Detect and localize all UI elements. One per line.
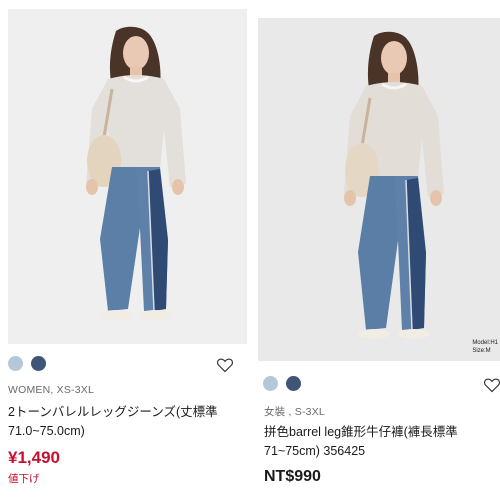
product-card-2[interactable]: Model:H1 Size:M 女裝 , S-3XL 拼色barrel leg錐… (252, 0, 500, 500)
product-photo-model (8, 9, 247, 344)
color-swatch-navy[interactable] (286, 376, 301, 391)
heart-outline-icon[interactable] (216, 357, 234, 373)
color-swatches (263, 376, 301, 391)
color-swatch-navy[interactable] (31, 356, 46, 371)
product-photo-model (258, 18, 500, 361)
color-swatch-light-blue[interactable] (8, 356, 23, 371)
product-image[interactable] (8, 9, 247, 344)
price-down-badge: 値下げ (8, 473, 40, 485)
product-title[interactable]: 拼色barrel leg錐形牛仔褲(褲長標準71~75cm) 356425 (264, 423, 500, 461)
product-meta: WOMEN, XS-3XL (8, 384, 95, 396)
product-price: NT$990 (264, 468, 321, 485)
model-size-info: Model:H1 Size:M (472, 339, 498, 355)
color-swatches (8, 356, 46, 371)
product-title[interactable]: 2トーンバレルレッグジーンズ(丈標準71.0~75.0cm) (8, 403, 248, 441)
product-meta: 女裝 , S-3XL (264, 406, 325, 418)
color-swatch-light-blue[interactable] (263, 376, 278, 391)
product-image[interactable]: Model:H1 Size:M (258, 18, 500, 361)
product-price: ¥1,490 (8, 448, 60, 467)
model-size-label: Size:M (472, 348, 491, 354)
product-card-1[interactable]: WOMEN, XS-3XL 2トーンバレルレッグジーンズ(丈標準71.0~75.… (0, 0, 252, 500)
model-height-label: Model:H1 (472, 340, 498, 346)
heart-outline-icon[interactable] (483, 377, 500, 393)
